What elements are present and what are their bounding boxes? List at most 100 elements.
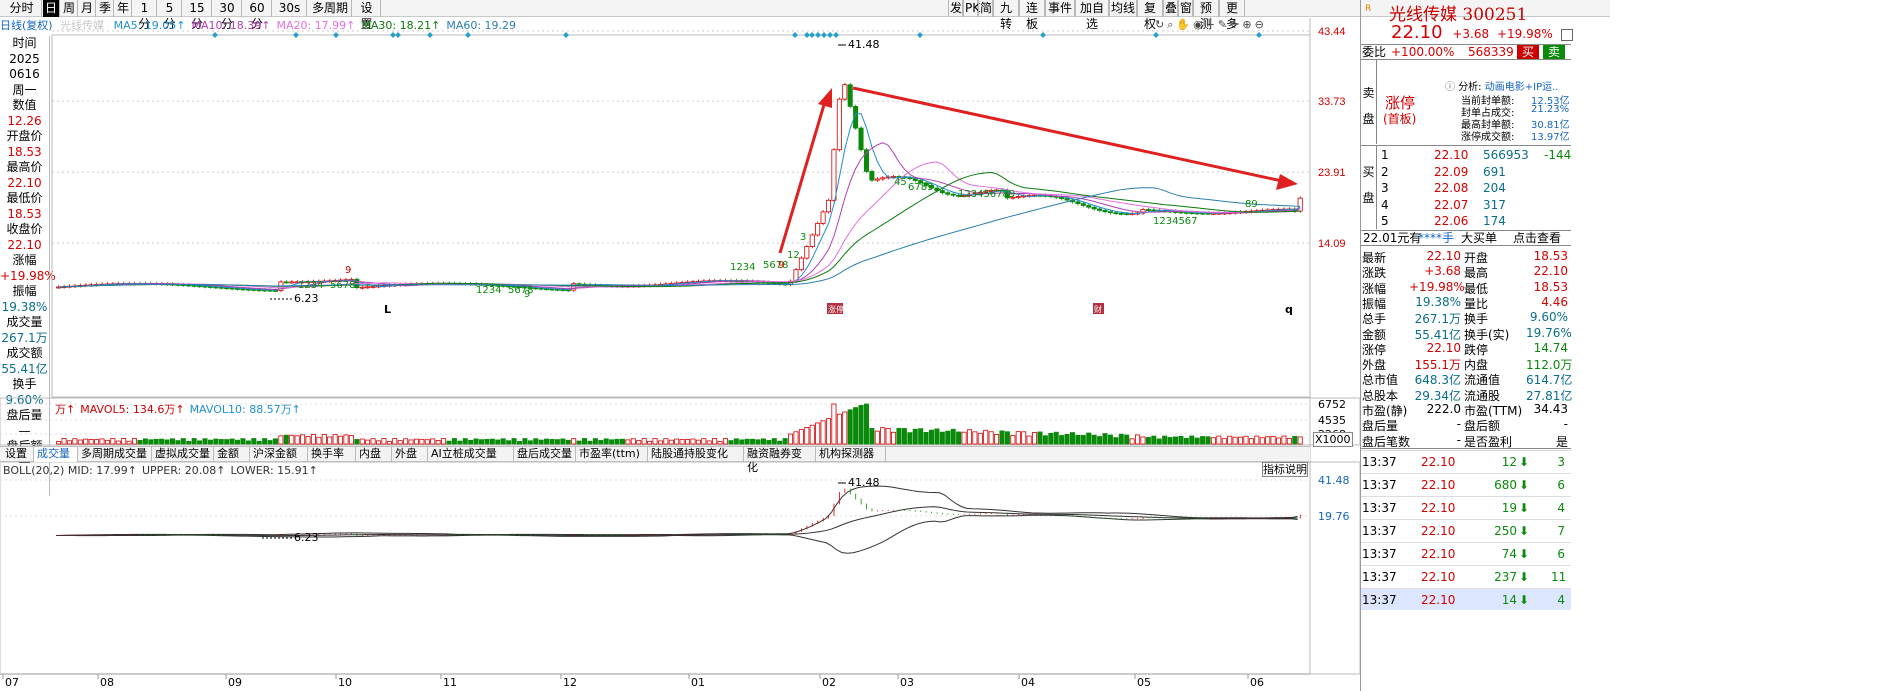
indicator-tab[interactable]: 陆股通持股变化 bbox=[648, 447, 744, 462]
volume-bar bbox=[300, 434, 306, 445]
volume-bar bbox=[1053, 431, 1059, 445]
indicator-tab[interactable]: 设置 bbox=[2, 447, 34, 462]
candle-body bbox=[836, 98, 842, 151]
volume-bar bbox=[1243, 435, 1249, 445]
indicator-tab[interactable]: 外盘 bbox=[392, 447, 428, 462]
volume-bar bbox=[99, 438, 105, 445]
volume-bar bbox=[316, 436, 322, 445]
volume-bar bbox=[1135, 434, 1141, 445]
indicator-tab[interactable]: 成交量 bbox=[34, 447, 78, 462]
big-order-view-link[interactable]: 点击查看 bbox=[1513, 231, 1561, 246]
candle-body bbox=[1015, 196, 1021, 198]
volume-bar bbox=[956, 431, 962, 445]
volume-bar bbox=[56, 441, 62, 445]
volume-bar bbox=[912, 428, 918, 445]
volume-bar bbox=[375, 440, 382, 445]
trade-n: 11 bbox=[1551, 570, 1567, 584]
volume-bar bbox=[1200, 436, 1206, 445]
volume-bar bbox=[332, 434, 338, 445]
volume-bar bbox=[1026, 435, 1032, 445]
bid-level: 1 bbox=[1381, 148, 1389, 162]
indicator-tab[interactable]: 虚拟成交量 bbox=[152, 447, 214, 462]
indicator-tab[interactable]: 机构探测器 bbox=[816, 447, 886, 462]
volume-bar bbox=[359, 438, 365, 445]
volume-bar bbox=[473, 438, 479, 445]
seal-item-value: 21.23% bbox=[1531, 104, 1570, 115]
volume-bar bbox=[305, 436, 311, 445]
trade-t: 13:37 bbox=[1362, 593, 1397, 607]
bid-level: 3 bbox=[1381, 181, 1389, 195]
volume-bar bbox=[777, 440, 783, 445]
candle-body bbox=[842, 84, 848, 100]
candle-body bbox=[939, 190, 945, 194]
candle-body bbox=[869, 171, 875, 181]
volume-bar bbox=[625, 439, 631, 445]
indicator-tab[interactable]: 金额 bbox=[214, 447, 250, 462]
volume-bar bbox=[977, 432, 983, 445]
indicator-tab[interactable]: 市盈率(ttm) bbox=[576, 447, 648, 462]
kline-chart[interactable]: 43.4433.7323.9114.0941.486.23L q涨停 财1234 56… bbox=[0, 0, 1360, 691]
volume-bar bbox=[1042, 435, 1048, 445]
volume-bar bbox=[435, 439, 441, 445]
volume-bar bbox=[717, 440, 723, 445]
td-seq-label: 5678 bbox=[330, 280, 355, 291]
volume-bar bbox=[115, 440, 121, 445]
event-diamond-icon bbox=[212, 32, 218, 38]
x-tick-label: 02 bbox=[822, 676, 836, 689]
stat-value: 22.10 bbox=[1426, 340, 1461, 355]
indicator-tab[interactable]: 融资融券变化 bbox=[744, 447, 816, 474]
bid-level: 4 bbox=[1381, 197, 1389, 212]
stat-value: +3.68 bbox=[1424, 264, 1461, 279]
last-price: 22.10 bbox=[1391, 22, 1443, 43]
volume-bar bbox=[169, 438, 175, 445]
stat-value: 22.10 bbox=[1533, 264, 1568, 279]
info-icon[interactable]: ⓘ bbox=[1445, 82, 1455, 93]
event-diamond-icon bbox=[827, 32, 833, 38]
candle-body bbox=[283, 281, 289, 284]
volume-bar bbox=[533, 438, 539, 445]
stat-value: 4.46 bbox=[1541, 294, 1568, 309]
down-arrow-icon: ⬇ bbox=[1519, 455, 1530, 469]
volume-bar bbox=[213, 438, 219, 445]
indicator-tab[interactable]: 多周期成交量 bbox=[78, 447, 152, 462]
red-arrow-right-head-icon bbox=[1276, 174, 1298, 190]
volume-bar bbox=[1004, 431, 1010, 445]
volume-bar bbox=[712, 438, 718, 445]
volume-bar bbox=[446, 440, 452, 445]
volume-bar bbox=[137, 440, 143, 445]
quote-panel: R 光线传媒 300251 22.10 +3.68 +19.98% 委比 +10… bbox=[1360, 0, 1899, 691]
boll-legend-item: UPPER: 20.08↑ bbox=[141, 464, 226, 477]
indicator-tab[interactable]: 内盘 bbox=[356, 447, 392, 462]
volume-bar bbox=[1270, 436, 1276, 445]
volume-bar bbox=[381, 438, 387, 445]
sell-side-label: 卖盘 bbox=[1361, 60, 1377, 144]
stat-value: 222.0 bbox=[1426, 402, 1461, 416]
trade-v: 680 bbox=[1494, 478, 1517, 492]
buy-button[interactable]: 买 bbox=[1517, 45, 1539, 59]
volume-bar bbox=[262, 438, 268, 445]
indicator-tab[interactable]: 沪深金额 bbox=[250, 447, 308, 462]
indicator-tab[interactable]: AI立桩成交量 bbox=[428, 447, 514, 462]
volume-bar bbox=[370, 438, 376, 445]
big-order-bar[interactable]: 22.01元有 ****手 大买单 点击查看 bbox=[1361, 230, 1571, 246]
bid-level: 2 bbox=[1381, 164, 1389, 179]
bid-volume: 566953 bbox=[1483, 148, 1529, 162]
volume-bar bbox=[441, 438, 447, 445]
volume-bar bbox=[66, 440, 72, 445]
big-order-price: 22.01元有 bbox=[1363, 231, 1422, 245]
calendar-icon[interactable] bbox=[1560, 28, 1573, 41]
x-tick-label: 01 bbox=[691, 676, 705, 689]
indicator-tab[interactable]: 盘后成交量 bbox=[514, 447, 576, 462]
indicator-tab[interactable]: 换手率 bbox=[308, 447, 356, 462]
volume-bar bbox=[1113, 437, 1119, 445]
sell-button[interactable]: 卖 bbox=[1543, 45, 1565, 59]
volume-bar bbox=[744, 438, 750, 445]
volume-bar bbox=[1080, 435, 1086, 445]
volume-bar bbox=[901, 428, 907, 445]
volume-bar bbox=[983, 429, 989, 445]
volume-bar bbox=[72, 438, 78, 445]
td-seq-label: 12 bbox=[787, 250, 800, 261]
volume-bar bbox=[489, 438, 495, 445]
bid-level: 5 bbox=[1381, 214, 1389, 228]
indicator-help-button[interactable]: 指标说明 bbox=[1262, 462, 1308, 477]
